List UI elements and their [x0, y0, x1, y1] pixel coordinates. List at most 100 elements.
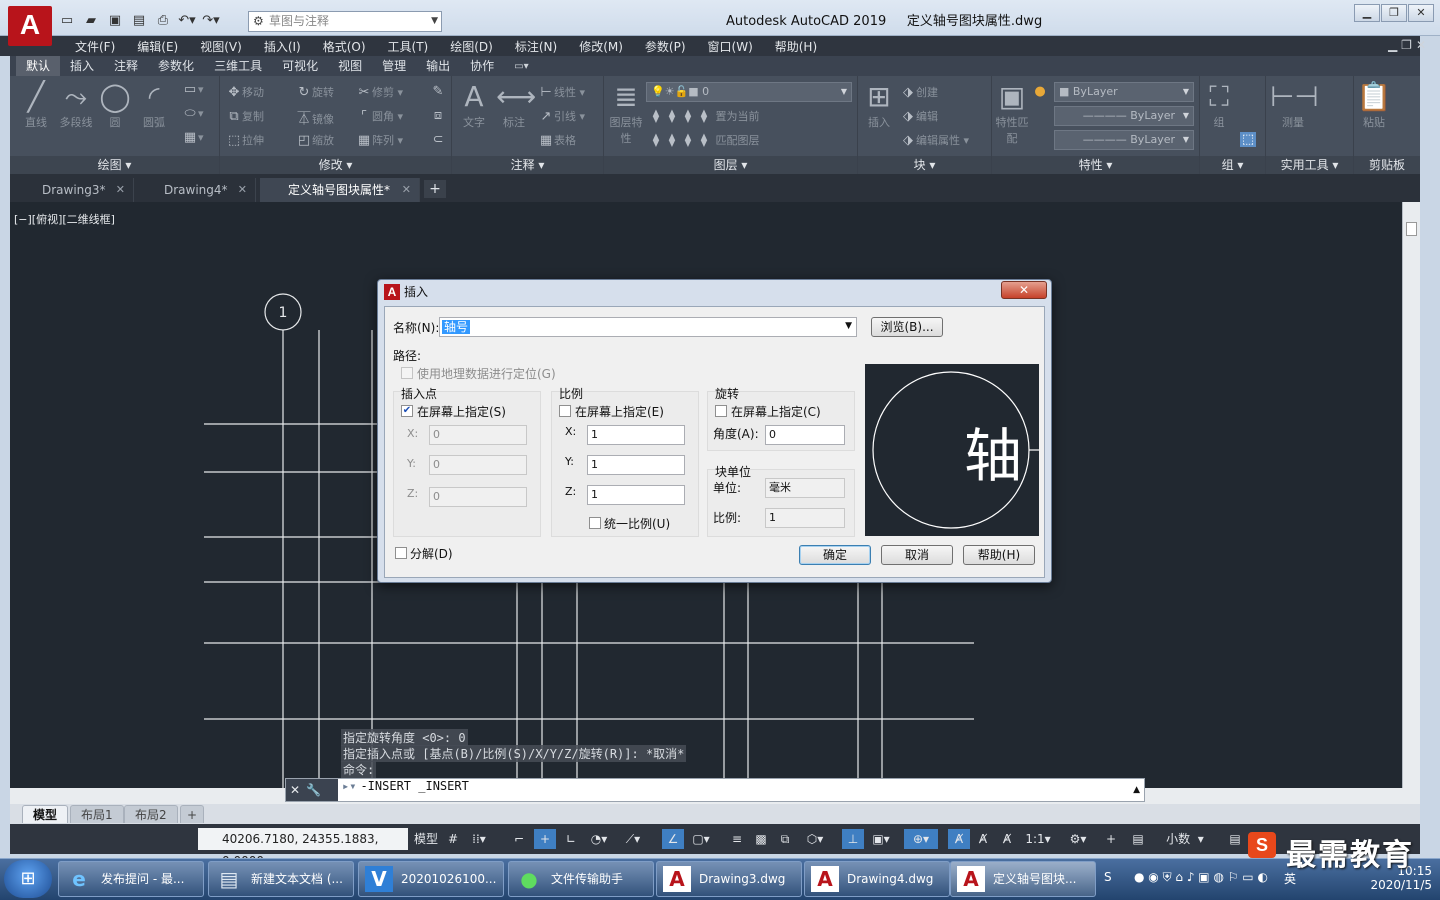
annotation-monitor-icon[interactable]: +	[1100, 829, 1122, 849]
text-tool[interactable]: A 文字	[456, 80, 492, 130]
command-line[interactable]: ✕🔧 ▸▾ -INSERT _INSERT ▲	[285, 778, 1145, 802]
panel-groups-title[interactable]: 组 ▾	[1200, 156, 1265, 174]
color-wheel-icon[interactable]: ●	[1032, 84, 1048, 99]
properties-icon[interactable]: ▤	[1224, 829, 1246, 849]
minimize-button[interactable]: ▁	[1354, 4, 1380, 22]
vertical-scrollbar[interactable]	[1402, 202, 1420, 788]
new-file-icon[interactable]: ▭	[56, 11, 78, 31]
dynamic-ucs-icon[interactable]: ⊥	[842, 829, 864, 849]
table-tool[interactable]: ▦ 表格	[538, 132, 576, 148]
taskbar-item-video[interactable]: V 20201026100...	[358, 861, 504, 897]
menu-insert[interactable]: 插入(I)	[253, 38, 312, 55]
block-name-select[interactable]: 轴号 ▼	[439, 317, 857, 337]
workspace-select[interactable]: ⚙ 草图与注释 ▼	[248, 11, 442, 32]
annotation-scale-icon[interactable]: Ⱥ	[996, 829, 1018, 849]
rectangle-tool[interactable]: ▭ ▾	[182, 82, 204, 97]
menu-edit[interactable]: 编辑(E)	[126, 38, 189, 55]
menu-draw[interactable]: 绘图(D)	[439, 38, 504, 55]
units-icon[interactable]: ▤	[1128, 829, 1148, 849]
annotation-scale-select[interactable]: 1:1▾	[1020, 829, 1056, 849]
measure-tool[interactable]: ⊢⊣ 测量	[1270, 80, 1319, 130]
scale-z-field[interactable]: 1	[587, 485, 685, 505]
lineweight-select[interactable]: ———— ByLayer ▼	[1054, 130, 1194, 150]
save-as-icon[interactable]: ▤	[128, 11, 150, 31]
browse-button[interactable]: 浏览(B)...	[871, 317, 943, 337]
taskbar-item-notepad[interactable]: ▤ 新建文本文档 (...	[208, 861, 354, 897]
tab-insert[interactable]: 插入	[60, 56, 104, 76]
tab-3d-tools[interactable]: 三维工具	[204, 56, 272, 76]
add-layout-button[interactable]: +	[180, 805, 205, 823]
close-icon[interactable]: ✕	[402, 178, 411, 202]
edit-attribute-tool[interactable]: ⬗ 编辑属性 ▾	[900, 132, 969, 148]
layer-select[interactable]: 💡☀🔓■ 0 ▼	[646, 82, 852, 102]
viewport-controls[interactable]: [−][俯视][二维线框]	[14, 211, 115, 227]
paste-tool[interactable]: 📋 粘贴	[1356, 80, 1392, 130]
ribbon-toggle-icon[interactable]: ▭▾	[504, 61, 538, 72]
menu-file[interactable]: 文件(F)	[64, 38, 126, 55]
sogou-icon[interactable]: S	[1104, 870, 1112, 884]
stretch-tool[interactable]: ⬚ 拉伸	[226, 132, 264, 148]
layout-tab-layout1[interactable]: 布局1	[70, 805, 124, 823]
create-block-tool[interactable]: ⬗ 创建	[900, 84, 938, 100]
menu-tools[interactable]: 工具(T)	[377, 38, 440, 55]
tab-visualize[interactable]: 可视化	[272, 56, 328, 76]
start-button[interactable]: ⊞	[4, 860, 52, 898]
menu-window[interactable]: 窗口(W)	[697, 38, 764, 55]
geo-data-checkbox[interactable]	[401, 367, 413, 379]
panel-annotation-title[interactable]: 注释 ▾	[452, 156, 603, 174]
tab-collaborate[interactable]: 协作	[460, 56, 504, 76]
close-icon[interactable]: ✕	[116, 178, 125, 202]
taskbar-item-file-transfer[interactable]: ● 文件传输助手	[508, 861, 654, 897]
dialog-title-bar[interactable]: A 插入 ✕	[378, 280, 1051, 304]
maximize-button[interactable]: ❐	[1381, 4, 1407, 22]
group-tool[interactable]: ⛶ 组	[1202, 80, 1236, 130]
tab-output[interactable]: 输出	[416, 56, 460, 76]
save-icon[interactable]: ▣	[104, 11, 126, 31]
scale-tool[interactable]: ◰ 缩放	[296, 132, 334, 148]
polar-tracking-icon[interactable]: ◔▾	[584, 829, 614, 849]
document-window-controls[interactable]: ▁❐✕	[1388, 38, 1430, 52]
coordinates-readout[interactable]: 40206.7180, 24355.1883, 0.0000	[198, 828, 408, 868]
transparency-icon[interactable]: ▩	[750, 829, 772, 849]
taskbar-item-current-drawing[interactable]: A 定义轴号图块...	[950, 861, 1096, 897]
ok-button[interactable]: 确定	[799, 545, 871, 565]
insertion-on-screen-checkbox[interactable]: ✔	[401, 405, 413, 417]
infer-constraints-icon[interactable]: ⌐	[508, 829, 530, 849]
insertion-x-field[interactable]: 0	[429, 425, 527, 445]
rotation-on-screen-checkbox[interactable]	[715, 405, 727, 417]
units-select[interactable]: 小数 ▾	[1150, 829, 1220, 849]
doc-tab-drawing4[interactable]: Drawing4* ✕	[134, 178, 256, 202]
close-icon[interactable]: ✕	[238, 178, 247, 202]
layout-tab-model[interactable]: 模型	[22, 805, 69, 823]
offset-tool[interactable]: ⊂	[430, 132, 446, 147]
insertion-z-field[interactable]: 0	[429, 487, 527, 507]
model-space-toggle[interactable]: 模型	[412, 829, 440, 849]
circle-tool[interactable]: ◯ 圆	[98, 80, 132, 130]
scale-y-field[interactable]: 1	[587, 455, 685, 475]
taskbar-item-drawing4[interactable]: A Drawing4.dwg	[804, 861, 950, 897]
dimension-tool[interactable]: ⟷ 标注	[496, 80, 536, 130]
command-line-tools[interactable]: ✕🔧	[286, 779, 338, 801]
tab-default[interactable]: 默认	[16, 56, 61, 76]
move-tool[interactable]: ✥ 移动	[226, 84, 264, 100]
3d-osnap-icon[interactable]: ⬡▾	[800, 829, 830, 849]
layer-tools-row2[interactable]: ⧫ ⧫ ⧫ ⧫ 匹配图层	[648, 132, 760, 148]
linear-tool[interactable]: ⊢ 线性 ▾	[538, 84, 585, 100]
grid-icon[interactable]: #	[442, 829, 464, 849]
arc-tool[interactable]: ◜ 圆弧	[134, 80, 174, 130]
uniform-scale-checkbox[interactable]	[589, 517, 601, 529]
panel-clipboard-title[interactable]: 剪贴板	[1354, 156, 1420, 174]
isodraft-icon[interactable]: ⟋▾	[618, 829, 648, 849]
ortho-icon[interactable]: ∟	[560, 829, 582, 849]
menu-view[interactable]: 视图(V)	[189, 38, 253, 55]
tab-parametric[interactable]: 参数化	[148, 56, 204, 76]
taskbar-item-browser[interactable]: e 发布提问 - 最...	[58, 861, 204, 897]
taskbar-item-drawing3[interactable]: A Drawing3.dwg	[656, 861, 802, 897]
scale-on-screen-checkbox[interactable]	[559, 405, 571, 417]
new-tab-button[interactable]: +	[424, 180, 446, 198]
hatch-tool[interactable]: ⬭ ▾	[182, 106, 203, 121]
rotation-angle-field[interactable]: 0	[765, 425, 845, 445]
panel-utilities-title[interactable]: 实用工具 ▾	[1266, 156, 1353, 174]
menu-parametric[interactable]: 参数(P)	[634, 38, 697, 55]
close-icon[interactable]: ✕	[290, 783, 306, 797]
